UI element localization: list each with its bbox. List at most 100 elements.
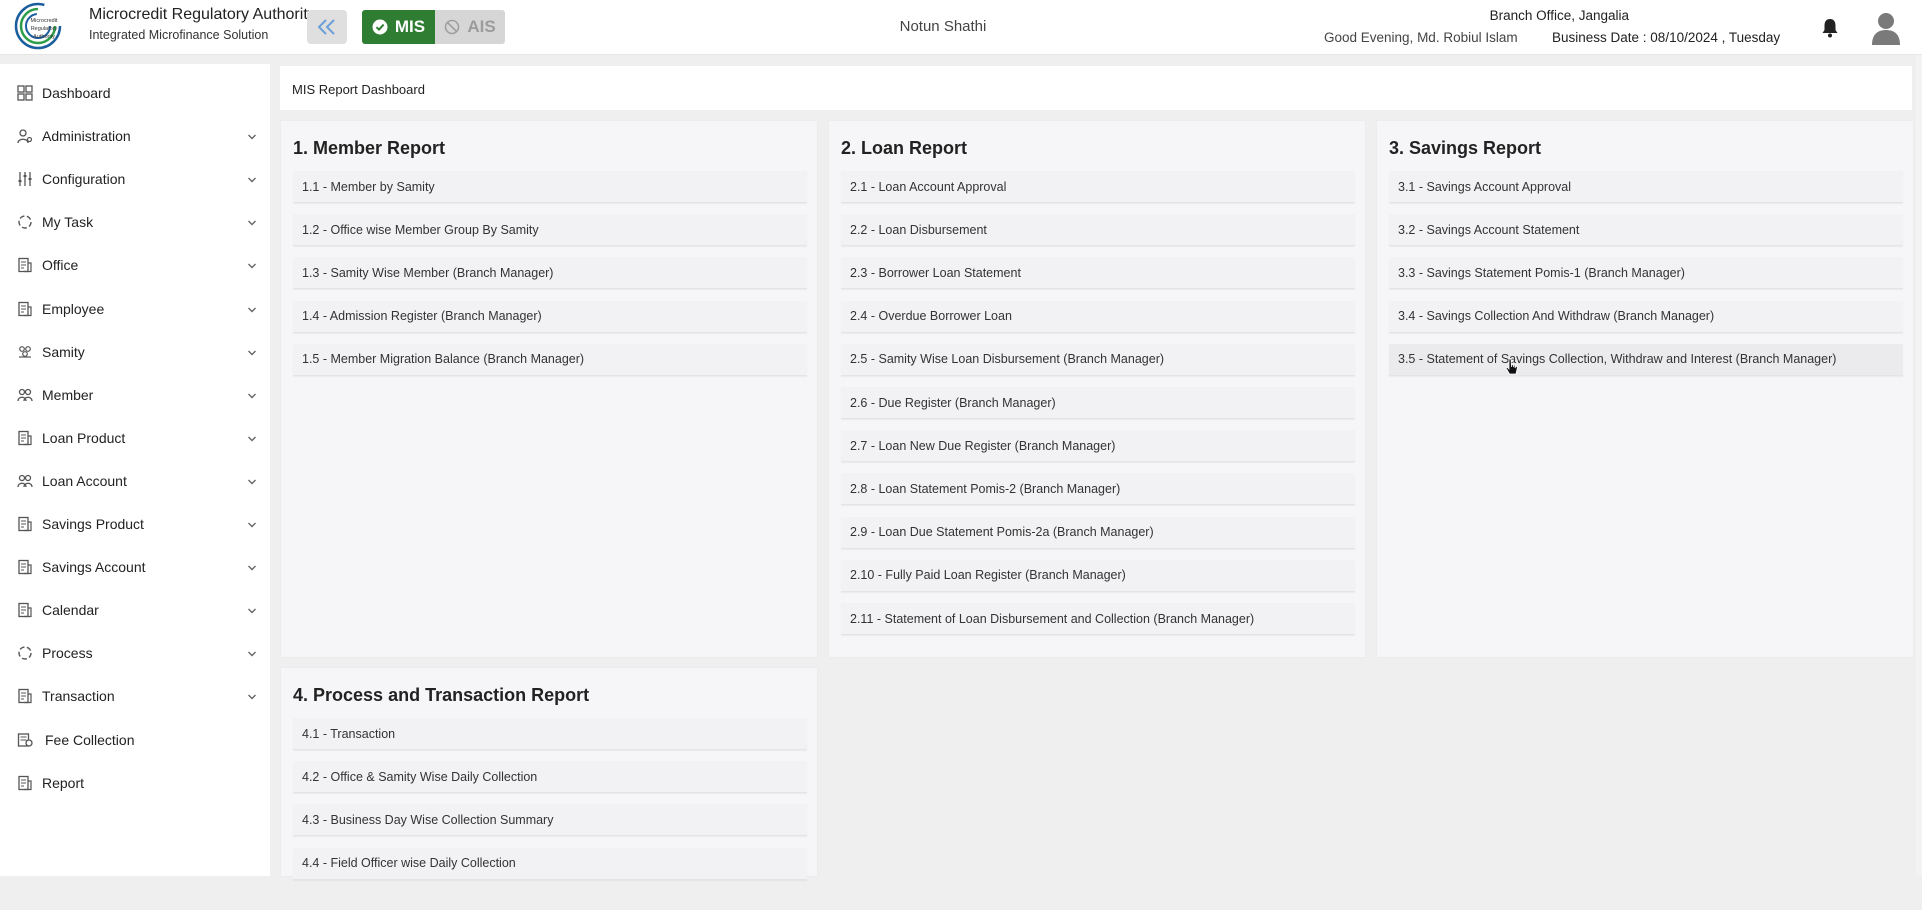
- sidebar-item-loan-account[interactable]: Loan Account: [0, 466, 270, 496]
- report-panel: 1. Member Report 1.1 - Member by Samity 1.…: [280, 120, 818, 658]
- sidebar-item-report[interactable]: Report: [0, 768, 270, 798]
- document-icon: [18, 258, 32, 273]
- sidebar-item-my-task[interactable]: My Task: [0, 207, 270, 237]
- sidebar-item-savings-account[interactable]: Savings Account: [0, 552, 270, 582]
- sidebar-item-member[interactable]: Member: [0, 380, 270, 410]
- branch-name: Branch Office, Jangalia: [1489, 8, 1629, 23]
- top-header: Microcredit Regulatory Authority Microcr…: [0, 0, 1922, 55]
- sidebar-item-label: Loan Product: [42, 429, 126, 446]
- sidebar-item-label: Report: [42, 774, 85, 791]
- document-icon: [18, 603, 32, 618]
- document-icon: [18, 516, 32, 532]
- report-link[interactable]: 2.5 - Samity Wise Loan Disbursement (Bra…: [841, 343, 1355, 376]
- report-panel: 3. Savings Report 3.1 - Savings Account A…: [1376, 120, 1914, 658]
- report-link[interactable]: 4.3 - Business Day Wise Collection Summa…: [293, 804, 807, 837]
- chevron-down-icon: [248, 393, 256, 399]
- report-link[interactable]: 2.3 - Borrower Loan Statement: [841, 257, 1355, 290]
- chevron-down-icon: [248, 220, 256, 226]
- sidebar-item-label: Administration: [42, 128, 131, 145]
- group-icon: [19, 345, 31, 358]
- chevron-down-icon: [248, 177, 256, 183]
- sidebar-item-label: Samity: [42, 343, 85, 360]
- report-panel: 2. Loan Report 2.1 - Loan Account Approva…: [828, 120, 1366, 658]
- report-link[interactable]: 1.2 - Office wise Member Group By Samity: [293, 214, 807, 247]
- chevron-down-icon: [248, 565, 256, 571]
- bell-icon[interactable]: [1820, 17, 1840, 39]
- report-link[interactable]: 2.7 - Loan New Due Register (Branch Mana…: [841, 430, 1355, 463]
- report-panel: 4. Process and Transaction Report 4.1 - T…: [280, 667, 818, 880]
- report-link[interactable]: 2.6 - Due Register (Branch Manager): [841, 387, 1355, 419]
- report-link[interactable]: 2.9 - Loan Due Statement Pomis-2a (Branc…: [841, 516, 1355, 549]
- sidebar-item-dashboard[interactable]: Dashboard: [0, 78, 270, 108]
- document-icon: [18, 775, 32, 790]
- sidebar-item-configuration[interactable]: Configuration: [0, 164, 270, 194]
- panel-title: 3. Savings Report: [1389, 138, 1542, 158]
- chevron-down-icon: [248, 694, 256, 700]
- report-link[interactable]: 3.5 - Statement of Savings Collection, W…: [1389, 343, 1903, 376]
- report-link[interactable]: 4.2 - Office & Samity Wise Daily Collect…: [293, 761, 807, 794]
- report-link[interactable]: 2.2 - Loan Disbursement: [841, 214, 1355, 247]
- sidebar-item-label: Office: [42, 257, 79, 274]
- sidebar-item-label: Employee: [42, 300, 105, 317]
- panel-title: 1. Member Report: [293, 138, 446, 158]
- greeting-text: Good Evening, Md. Robiul Islam: [1324, 30, 1518, 45]
- cash-icon: [17, 732, 33, 747]
- sliders-icon: [18, 172, 32, 187]
- users-icon: [17, 474, 33, 488]
- document-icon: [18, 301, 32, 316]
- sidebar-item-label: Fee Collection: [45, 731, 135, 748]
- chevron-down-icon: [248, 651, 256, 657]
- chevron-down-icon: [248, 350, 256, 356]
- chevron-down-icon: [248, 479, 256, 485]
- report-link[interactable]: 2.11 - Statement of Loan Disbursement an…: [841, 603, 1355, 635]
- sidebar-item-fee-collection[interactable]: Fee Collection: [0, 725, 270, 755]
- grid-icon: [17, 85, 33, 101]
- sidebar-item-savings-product[interactable]: Savings Product: [0, 509, 270, 539]
- report-link[interactable]: 3.1 - Savings Account Approval: [1389, 171, 1903, 203]
- sidebar-item-transaction[interactable]: Transaction: [0, 681, 270, 711]
- sidebar-item-process[interactable]: Process: [0, 638, 270, 668]
- sidebar-item-label: Loan Account: [42, 472, 127, 489]
- chevron-down-icon: [248, 307, 256, 312]
- users-icon: [17, 388, 33, 401]
- sidebar-item-loan-product[interactable]: Loan Product: [0, 423, 270, 453]
- page-title: MIS Report Dashboard: [292, 82, 425, 97]
- circle-dashed-icon: [18, 646, 32, 660]
- report-link[interactable]: 1.4 - Admission Register (Branch Manager…: [293, 300, 807, 333]
- sidebar-item-label: Member: [42, 386, 94, 403]
- report-link[interactable]: 1.5 - Member Migration Balance (Branch M…: [293, 343, 807, 376]
- sidebar-item-label: My Task: [42, 214, 94, 231]
- sidebar: Dashboard Administration Configuration My T…: [0, 64, 270, 876]
- sidebar-item-label: Transaction: [42, 688, 115, 705]
- report-link[interactable]: 2.10 - Fully Paid Loan Register (Branch …: [841, 559, 1355, 592]
- business-date: Business Date : 08/10/2024 , Tuesday: [1552, 30, 1781, 45]
- report-link[interactable]: 1.3 - Samity Wise Member (Branch Manager…: [293, 257, 807, 290]
- report-link[interactable]: 1.1 - Member by Samity: [293, 171, 807, 203]
- user-avatar-icon[interactable]: [1870, 10, 1902, 46]
- report-link[interactable]: 2.8 - Loan Statement Pomis-2 (Branch Man…: [841, 473, 1355, 506]
- sidebar-item-calendar[interactable]: Calendar: [0, 595, 270, 625]
- sidebar-item-label: Dashboard: [42, 85, 111, 101]
- report-link[interactable]: 3.3 - Savings Statement Pomis-1 (Branch …: [1389, 257, 1903, 290]
- sidebar-item-label: Calendar: [42, 602, 99, 619]
- sidebar-item-label: Savings Account: [42, 559, 146, 576]
- chevron-down-icon: [248, 608, 256, 614]
- document-icon: [18, 430, 32, 445]
- scrollbar[interactable]: [1916, 55, 1922, 875]
- chevron-down-icon: [248, 436, 256, 442]
- sidebar-item-office[interactable]: Office: [0, 250, 270, 280]
- sidebar-item-administration[interactable]: Administration: [0, 121, 270, 151]
- mouse-pointer-icon: [1505, 358, 1518, 375]
- sidebar-item-samity[interactable]: Samity: [0, 337, 270, 367]
- document-icon: [18, 689, 32, 704]
- report-link[interactable]: 2.4 - Overdue Borrower Loan: [841, 300, 1355, 333]
- panel-title: 4. Process and Transaction Report: [293, 685, 590, 705]
- report-link[interactable]: 4.1 - Transaction: [293, 718, 807, 750]
- report-link[interactable]: 2.1 - Loan Account Approval: [841, 171, 1355, 203]
- sidebar-item-employee[interactable]: Employee: [0, 294, 270, 324]
- chevron-down-icon: [248, 263, 256, 269]
- report-link[interactable]: 3.2 - Savings Account Statement: [1389, 214, 1903, 247]
- report-link[interactable]: 4.4 - Field Officer wise Daily Collectio…: [293, 847, 807, 880]
- report-link[interactable]: 3.4 - Savings Collection And Withdraw (B…: [1389, 300, 1903, 333]
- chevron-down-icon: [248, 522, 256, 528]
